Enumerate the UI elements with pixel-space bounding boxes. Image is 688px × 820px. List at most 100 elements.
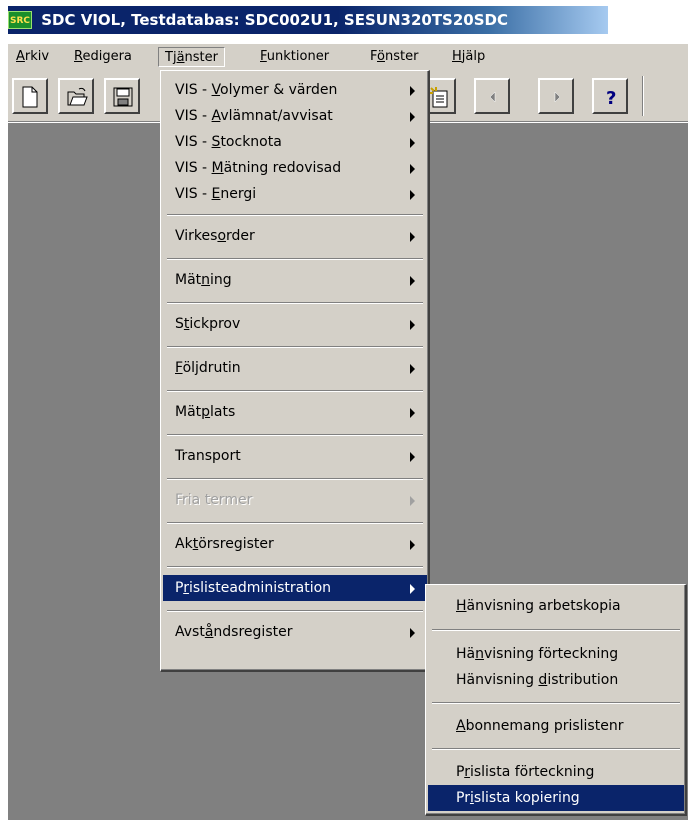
menu-item-virkesorder[interactable]: Virkesorder bbox=[163, 223, 427, 249]
submenu-arrow-icon bbox=[410, 138, 415, 148]
item-label: Avst bbox=[175, 624, 205, 640]
menu-item-matning[interactable]: Mätning bbox=[163, 267, 427, 293]
menu-item-vis-volymer[interactable]: VIS - Volymer & värden bbox=[163, 77, 427, 103]
submenu-arrow-icon bbox=[410, 276, 415, 286]
menu-item-vis-energi[interactable]: VIS - Energi bbox=[163, 181, 427, 207]
item-label: Pr bbox=[456, 790, 470, 806]
menu-item-vis-matning[interactable]: VIS - Mätning redovisad bbox=[163, 155, 427, 181]
next-button[interactable] bbox=[538, 78, 574, 114]
menu-item-stickprov[interactable]: Stickprov bbox=[163, 311, 427, 337]
item-label: Mät bbox=[175, 404, 202, 420]
item-label: VIS - bbox=[175, 160, 212, 176]
menu-separator bbox=[167, 214, 423, 216]
menu-mnemonic: H bbox=[452, 49, 462, 64]
submenu-item-abonnemang-prislistenr[interactable]: Abonnemang prislistenr bbox=[428, 713, 684, 739]
submenu-item-hanvisning-forteckning[interactable]: Hänvisning förteckning bbox=[428, 641, 684, 667]
toolbar-separator bbox=[642, 76, 644, 116]
submenu-arrow-icon bbox=[410, 112, 415, 122]
menu-label: rkiv bbox=[24, 49, 50, 64]
save-button[interactable] bbox=[104, 78, 140, 114]
submenu-arrow-icon bbox=[410, 190, 415, 200]
menu-item-avstandsregister[interactable]: Avståndsregister bbox=[163, 619, 427, 645]
menu-label: edigera bbox=[82, 49, 132, 64]
submenu-arrow-icon bbox=[410, 86, 415, 96]
menu-separator bbox=[167, 434, 423, 436]
submenu-item-prislista-forteckning[interactable]: Prislista förteckning bbox=[428, 759, 684, 785]
open-button[interactable] bbox=[58, 78, 94, 114]
menu-item-prislisteadministration[interactable]: Prislisteadministration bbox=[163, 575, 427, 601]
item-mnemonic: p bbox=[201, 404, 211, 420]
item-label: ickprov bbox=[189, 316, 241, 332]
previous-button[interactable] bbox=[474, 78, 510, 114]
item-label: Virkes bbox=[175, 228, 218, 244]
menu-item-transport[interactable]: Transport bbox=[163, 443, 427, 469]
item-label: nergi bbox=[220, 186, 257, 202]
menu-item-vis-stocknota[interactable]: VIS - Stocknota bbox=[163, 129, 427, 155]
item-label: Ak bbox=[175, 536, 193, 552]
menu-item-vis-avlamnat[interactable]: VIS - Avlämnat/avvisat bbox=[163, 103, 427, 129]
menu-item-fria-termer: Fria termer bbox=[163, 487, 427, 513]
menu-item-matplats[interactable]: Mätplats bbox=[163, 399, 427, 425]
item-label: bonnemang prislistenr bbox=[465, 718, 624, 734]
menu-separator bbox=[432, 748, 680, 750]
item-label: örsregister bbox=[198, 536, 274, 552]
menu-label: jälp bbox=[461, 49, 486, 64]
item-label: istribution bbox=[547, 672, 619, 688]
submenu-arrow-icon bbox=[410, 364, 415, 374]
submenu-item-prislista-kopiering[interactable]: Prislista kopiering bbox=[428, 785, 684, 811]
item-mnemonic: A bbox=[211, 108, 221, 124]
menu-separator bbox=[432, 629, 680, 631]
item-label: tocknota bbox=[220, 134, 282, 150]
app-logo-icon: SRC bbox=[8, 11, 32, 29]
title-bar[interactable]: SRC SDC VIOL, Testdatabas: SDC002U1, SES… bbox=[8, 6, 608, 34]
item-label: islisteadministration bbox=[188, 580, 332, 596]
previous-icon bbox=[489, 91, 496, 103]
item-mnemonic: M bbox=[211, 160, 224, 176]
menu-item-foljdrutin[interactable]: Följdrutin bbox=[163, 355, 427, 381]
item-mnemonic: o bbox=[217, 228, 227, 244]
submenu-item-hanvisning-distribution[interactable]: Hänvisning distribution bbox=[428, 667, 684, 693]
item-label: Fria termer bbox=[175, 492, 253, 508]
menu-separator bbox=[167, 566, 423, 568]
item-label: änvisning arbetskopia bbox=[466, 598, 621, 614]
item-label: visning förteckning bbox=[483, 646, 619, 662]
menu-label: nster bbox=[184, 50, 218, 65]
submenu-arrow-icon bbox=[410, 408, 415, 418]
menu-redigera[interactable]: Redigera bbox=[68, 47, 138, 67]
menu-funktioner[interactable]: Funktioner bbox=[254, 47, 335, 67]
menu-label: unktioner bbox=[266, 49, 330, 64]
tjanster-menu: VIS - Volymer & värden VIS - Avlämnat/av… bbox=[160, 70, 430, 672]
item-label: Hänvisning bbox=[456, 672, 539, 688]
item-label: VIS - bbox=[175, 134, 212, 150]
item-label: lats bbox=[210, 404, 236, 420]
item-label: VIS - bbox=[175, 186, 212, 202]
menu-arkiv[interactable]: Arkiv bbox=[10, 47, 55, 67]
menu-tjanster[interactable]: Tjänster bbox=[158, 47, 225, 67]
item-label: S bbox=[175, 316, 184, 332]
submenu-item-hanvisning-arbetskopia[interactable]: Hänvisning arbetskopia bbox=[428, 593, 684, 619]
item-label: VIS - bbox=[175, 82, 212, 98]
item-label: P bbox=[456, 764, 465, 780]
item-label: Mät bbox=[175, 272, 202, 288]
menu-label: Tj bbox=[165, 50, 177, 65]
menu-mnemonic: ä bbox=[176, 50, 185, 65]
help-button[interactable]: ? bbox=[592, 78, 628, 114]
menu-separator bbox=[167, 390, 423, 392]
submenu-arrow-icon bbox=[410, 496, 415, 506]
item-label: ätning redovisad bbox=[223, 160, 342, 176]
item-label: ing bbox=[210, 272, 232, 288]
menu-hjalp[interactable]: Hjälp bbox=[446, 47, 491, 67]
help-icon: ? bbox=[606, 88, 616, 108]
menu-item-aktorsregister[interactable]: Aktörsregister bbox=[163, 531, 427, 557]
new-document-button[interactable] bbox=[12, 78, 48, 114]
prislista-submenu: Hänvisning arbetskopia Hänvisning förtec… bbox=[425, 584, 687, 816]
item-label: vlämnat/avvisat bbox=[220, 108, 333, 124]
item-mnemonic: H bbox=[456, 598, 467, 614]
submenu-arrow-icon bbox=[410, 452, 415, 462]
submenu-arrow-icon bbox=[410, 320, 415, 330]
menu-separator bbox=[432, 702, 680, 704]
item-label: rder bbox=[226, 228, 255, 244]
menu-label: F bbox=[370, 49, 378, 64]
menu-fonster[interactable]: Fönster bbox=[364, 47, 424, 67]
item-mnemonic: n bbox=[201, 272, 211, 288]
